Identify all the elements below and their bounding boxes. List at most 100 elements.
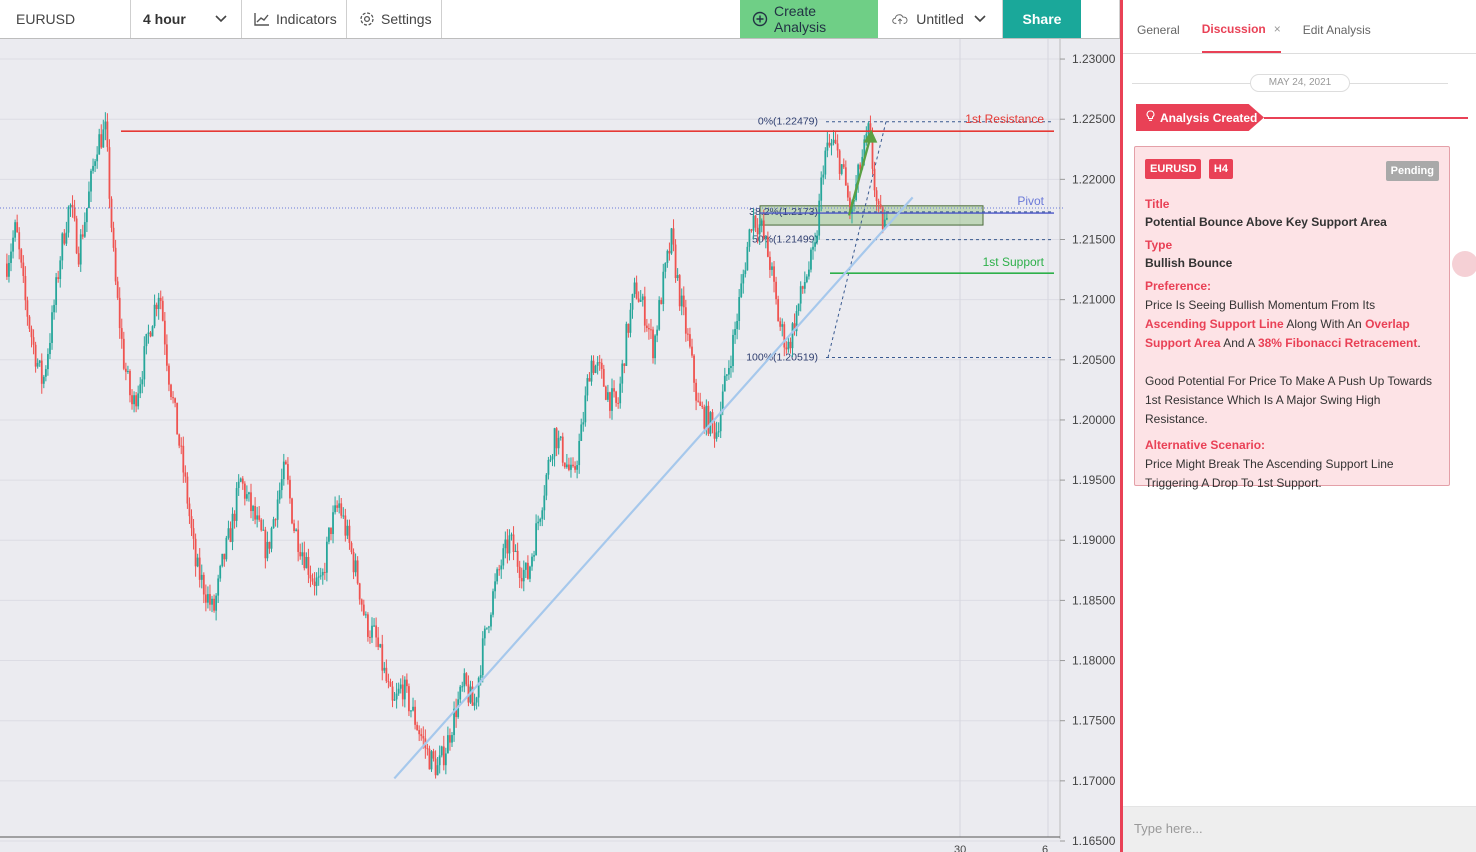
share-button[interactable]: Share [1003, 0, 1081, 38]
analysis-created-badge: Analysis Created [1136, 104, 1264, 131]
candle-up [502, 548, 505, 566]
preference-text-2: Along With An [1283, 317, 1366, 331]
candle-down [836, 143, 839, 151]
analysis-drawings[interactable] [0, 129, 1065, 780]
interval-selector[interactable]: 4 hour [131, 0, 242, 38]
panel-scroll-handle[interactable] [1452, 251, 1476, 277]
support-label: 1st Support [983, 255, 1045, 269]
message-input[interactable]: Type here... [1123, 806, 1476, 852]
candle-up [814, 242, 816, 247]
candle-down [615, 391, 617, 403]
projection-arrow-shaft[interactable] [847, 133, 873, 216]
fib-label-100: 100%(1.20519) [746, 352, 818, 364]
candle-up [654, 335, 656, 359]
candle-down [182, 445, 185, 473]
candle-up [301, 552, 304, 557]
candle-up [496, 569, 499, 582]
tab-discussion[interactable]: Discussion × [1201, 22, 1281, 53]
candle-down [303, 552, 306, 569]
candle-up [820, 177, 823, 201]
tab-general-label: General [1137, 23, 1180, 37]
price-chart[interactable]: 1.23000 1.22500 1.22000 1.21500 1.21000 1.205… [0, 39, 1120, 852]
candle-down [512, 534, 515, 552]
candle-up [371, 625, 373, 638]
candle-down [116, 281, 119, 298]
candle-up [736, 320, 739, 330]
gear-icon [359, 11, 375, 27]
candle-up [619, 383, 622, 404]
candle-up [500, 565, 503, 570]
candle-down [387, 681, 390, 683]
candle-down [635, 282, 638, 299]
candle-up [742, 274, 745, 284]
candle-down [204, 594, 207, 603]
candle-down [449, 735, 451, 743]
type-value: Bullish Bounce [1145, 256, 1233, 270]
candle-down [637, 298, 640, 302]
candle-down [229, 528, 232, 542]
candle-up [717, 431, 720, 433]
candle-down [518, 566, 521, 578]
candle-down [838, 150, 841, 174]
candle-up [631, 294, 634, 310]
ascending-trendline[interactable] [393, 196, 914, 780]
chart-canvas[interactable]: 1.23000 1.22500 1.22000 1.21500 1.21000 1.205… [0, 39, 1120, 852]
chevron-down-icon [972, 11, 988, 27]
candle-up [96, 154, 99, 162]
candle-up [510, 534, 513, 536]
settings-button[interactable]: Settings [347, 0, 442, 38]
candle-up [94, 161, 96, 166]
candle-up [787, 341, 790, 350]
price-tick-label: 1.20500 [1072, 353, 1116, 367]
candle-up [147, 332, 150, 334]
candle-down [307, 556, 310, 575]
candle-down [686, 333, 689, 335]
candle-down [520, 577, 523, 582]
candle-up [90, 170, 92, 192]
candle-down [120, 328, 123, 339]
candle-down [844, 167, 847, 186]
candle-down [313, 581, 316, 587]
candle-down [352, 551, 355, 573]
candle-up [549, 459, 552, 461]
tab-general[interactable]: General [1137, 23, 1180, 53]
candle-up [217, 578, 220, 596]
candle-up [758, 224, 761, 235]
candle-up [479, 675, 482, 678]
candle-down [190, 516, 193, 529]
analysis-panel: General Discussion × Edit Analysis MAY 2… [1120, 0, 1476, 852]
symbol-badge: EURUSD [1145, 159, 1202, 179]
candle-down [258, 515, 261, 520]
price-tick-label: 1.21000 [1072, 293, 1116, 307]
candle-up [584, 395, 587, 423]
candle-up [256, 515, 259, 520]
candle-down [834, 139, 837, 144]
candle-up [826, 142, 829, 151]
candle-up [732, 334, 734, 366]
tab-edit-analysis[interactable]: Edit Analysis [1303, 23, 1371, 53]
candle-up [734, 329, 736, 335]
candle-down [135, 395, 138, 407]
indicators-button[interactable]: Indicators [242, 0, 347, 38]
candle-up [594, 365, 597, 373]
candle-up [10, 251, 12, 263]
candle-up [225, 537, 228, 560]
candle-down [801, 286, 804, 289]
close-icon[interactable]: × [1274, 22, 1281, 36]
candle-up [69, 204, 72, 207]
candle-down [174, 398, 176, 403]
symbol-label: EURUSD [16, 11, 76, 27]
candle-up [325, 541, 328, 573]
candle-down [846, 185, 849, 198]
alternative-text: Price Might Break The Ascending Support … [1145, 457, 1394, 490]
candle-down [762, 220, 765, 238]
layout-name-selector[interactable]: Untitled [878, 0, 1003, 38]
create-analysis-button[interactable]: Create Analysis [740, 0, 878, 38]
candle-down [691, 346, 693, 356]
candle-down [617, 402, 620, 404]
candle-down [879, 204, 882, 208]
candle-up [488, 626, 490, 628]
candle-down [703, 407, 706, 429]
symbol-selector[interactable]: EURUSD [0, 0, 131, 38]
price-tick-label: 1.22000 [1072, 172, 1116, 186]
